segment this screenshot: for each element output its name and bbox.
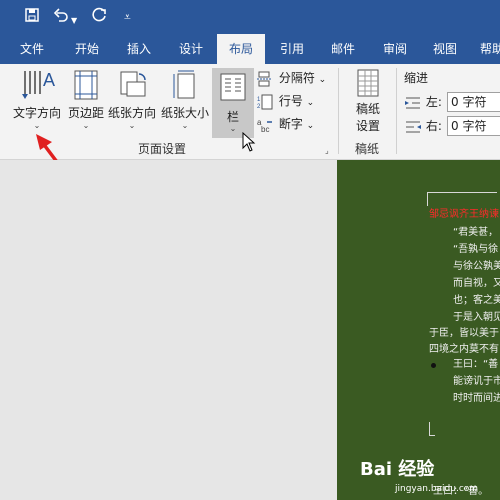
dialog-launcher-icon[interactable]: ⌟ xyxy=(325,146,329,155)
tab-view[interactable]: 视图 xyxy=(420,34,470,64)
hyphenation-button[interactable]: a bc 断字 ⌄ xyxy=(257,114,314,134)
line-numbers-icon: 12 xyxy=(257,94,273,110)
document-line: “君美甚， xyxy=(453,227,499,238)
document-line: 四境之内莫不有 xyxy=(429,344,499,355)
margins-button[interactable]: 页边距 ⌄ xyxy=(66,68,106,131)
indent-left-icon xyxy=(405,97,420,108)
customize-toolbar-icon[interactable]: ⩡ xyxy=(124,7,131,27)
hyphenation-icon: abc xyxy=(257,118,272,134)
breaks-icon xyxy=(257,71,271,86)
document-title: 邹忌讽齐王纳谏 xyxy=(429,209,499,220)
chevron-down-icon: ⌄ xyxy=(82,121,90,130)
margins-icon xyxy=(66,68,106,104)
indent-right-label: 右: xyxy=(404,116,442,136)
svg-text:2: 2 xyxy=(257,104,261,110)
document-line: 而自视，又 xyxy=(453,278,500,289)
document-line: 能谤讥于市 xyxy=(453,376,500,387)
group-divider xyxy=(396,68,397,154)
page-corner-mark xyxy=(427,192,497,206)
orientation-button[interactable]: 纸张方向 ⌄ xyxy=(106,68,158,131)
draft-paper-icon xyxy=(346,68,390,100)
draft-group-label: 稿纸 xyxy=(355,142,380,156)
tab-file[interactable]: 文件 xyxy=(8,34,56,64)
document-line: 王曰：“善 xyxy=(453,359,499,370)
columns-button[interactable]: 栏 ⌄ xyxy=(212,68,254,138)
page-corner-mark xyxy=(429,422,435,436)
ribbon-tabs: 文件 开始 插入 设计 布局 引用 邮件 审阅 视图 帮助 xyxy=(0,34,500,64)
size-icon xyxy=(160,68,210,104)
bullet-icon xyxy=(431,363,436,368)
indent-left-field[interactable]: 0 字符 xyxy=(447,92,500,112)
undo-icon[interactable] xyxy=(53,7,69,28)
chevron-down-icon: ⌄ xyxy=(306,121,315,131)
page-setup-group-label: 页面设置 xyxy=(138,142,187,156)
mouse-pointer-icon xyxy=(242,131,256,156)
tab-review[interactable]: 审阅 xyxy=(370,34,420,64)
baidu-watermark-url: jingyan.baidu.com xyxy=(395,484,479,494)
orientation-icon xyxy=(106,68,158,104)
title-bar: ▼ ⩡ xyxy=(0,0,500,34)
chevron-down-icon: ⌄ xyxy=(181,121,189,130)
chevron-down-icon: ⌄ xyxy=(318,75,327,85)
ribbon-panel: A 文字方向 ⌄ 页边距 ⌄ 纸张方向 ⌄ 纸张大小 ⌄ 栏 ⌄ 分隔符 ⌄ 1… xyxy=(0,64,500,160)
chevron-down-icon: ⌄ xyxy=(128,121,136,130)
document-margin-area xyxy=(0,160,337,500)
breaks-button[interactable]: 分隔符 ⌄ xyxy=(257,68,326,88)
document-line: 时时而间进 xyxy=(453,393,500,404)
tab-layout[interactable]: 布局 xyxy=(217,34,265,64)
redo-icon[interactable] xyxy=(92,7,108,28)
indent-title: 缩进 xyxy=(404,71,429,85)
document-line: 于臣，皆以美于 xyxy=(429,328,499,339)
indent-right-icon xyxy=(406,121,421,132)
text-direction-button[interactable]: A 文字方向 ⌄ xyxy=(10,68,64,131)
size-button[interactable]: 纸张大小 ⌄ xyxy=(160,68,210,131)
indent-right-field[interactable]: 0 字符 xyxy=(447,116,500,136)
columns-icon xyxy=(219,72,247,106)
line-numbers-button[interactable]: 12 行号 ⌄ xyxy=(257,91,314,111)
undo-dropdown-icon[interactable]: ▼ xyxy=(71,11,77,31)
tab-mailings[interactable]: 邮件 xyxy=(318,34,368,64)
text-direction-icon: A xyxy=(10,68,64,104)
save-icon[interactable] xyxy=(24,7,40,28)
indent-left-label: 左: xyxy=(404,92,442,112)
tab-help[interactable]: 帮助 xyxy=(472,34,500,64)
baidu-watermark: Bai 经验 xyxy=(360,459,435,480)
draft-settings-button[interactable]: 稿纸 设置 xyxy=(346,68,390,134)
svg-text:bc: bc xyxy=(261,125,269,133)
document-line: 于是入朝见 xyxy=(453,312,500,323)
tab-design[interactable]: 设计 xyxy=(166,34,216,64)
document-page[interactable]: 邹忌讽齐王纳谏 “君美甚， “吾孰与徐 与徐公孰美 而自视，又 也；客之美 于是… xyxy=(337,160,500,500)
tab-home[interactable]: 开始 xyxy=(62,34,112,64)
document-line: 与徐公孰美 xyxy=(453,261,500,272)
svg-text:A: A xyxy=(43,70,55,90)
svg-text:1: 1 xyxy=(257,97,261,103)
tab-references[interactable]: 引用 xyxy=(267,34,317,64)
tab-insert[interactable]: 插入 xyxy=(114,34,164,64)
group-divider xyxy=(338,68,339,154)
chevron-down-icon: ⌄ xyxy=(306,98,315,108)
chevron-down-icon: ⌄ xyxy=(33,121,41,130)
document-line: 也；客之美 xyxy=(453,295,500,306)
document-line: “吾孰与徐 xyxy=(453,244,499,255)
